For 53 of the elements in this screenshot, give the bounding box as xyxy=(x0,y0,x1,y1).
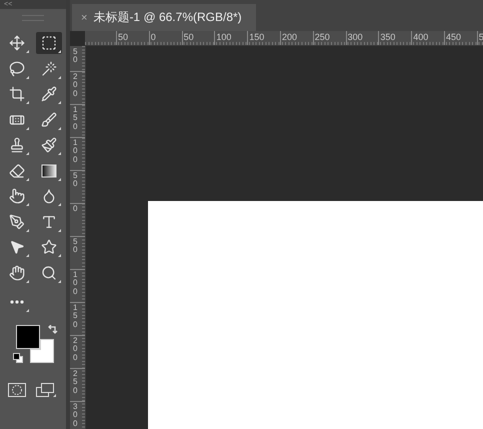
ruler-label: 0 xyxy=(150,32,156,42)
lasso-icon xyxy=(9,60,25,76)
crop-icon xyxy=(9,86,25,102)
ruler-label: 100 xyxy=(73,139,78,164)
ruler-label: 200 xyxy=(282,32,298,42)
ruler-label: 150 xyxy=(73,304,78,330)
type-icon xyxy=(41,214,57,230)
ruler-label: 250 xyxy=(73,370,78,396)
pen-icon xyxy=(9,214,25,230)
eraser-icon xyxy=(9,162,25,178)
ruler-label: 100 xyxy=(73,271,78,296)
swap-arrows-icon[interactable] xyxy=(47,325,58,336)
tool-button[interactable] xyxy=(36,32,62,54)
background-color-swatch[interactable] xyxy=(30,339,54,363)
ruler-label: 300 xyxy=(73,403,78,428)
eyedropper-icon xyxy=(41,86,57,102)
ruler-label: 50 xyxy=(73,238,78,255)
ruler-label: 50 xyxy=(184,32,194,42)
foreground-color-swatch[interactable] xyxy=(16,325,40,349)
default-colors-icon[interactable] xyxy=(13,353,23,363)
hand-icon xyxy=(9,264,25,280)
close-tab-button[interactable]: × xyxy=(81,12,88,24)
pointing-hand-icon xyxy=(9,188,25,204)
document-tab[interactable]: × 未标题-1 @ 66.7%(RGB/8*) xyxy=(72,4,256,31)
gradient-icon xyxy=(41,162,57,178)
cursor-arrow-icon xyxy=(9,239,25,255)
star-icon xyxy=(41,239,57,255)
ruler-label: 350 xyxy=(380,32,396,42)
paintbrush-icon xyxy=(41,137,57,153)
stamp-icon xyxy=(9,137,25,153)
ruler-label: 200 xyxy=(73,73,78,98)
droplet-icon xyxy=(41,188,57,204)
ruler-label: 150 xyxy=(249,32,264,42)
quick-mask-icon[interactable] xyxy=(8,383,26,397)
ruler-label: 200 xyxy=(73,337,78,362)
move-arrows-icon xyxy=(9,35,25,51)
ruler-label: 300 xyxy=(348,32,363,42)
ruler-label: 50 xyxy=(73,48,78,65)
wand-icon xyxy=(41,60,57,76)
ruler-label: 50 xyxy=(118,32,128,42)
ruler-label: 100 xyxy=(216,32,232,42)
ruler-label: 250 xyxy=(314,32,330,42)
more-icon xyxy=(10,300,24,304)
screen-mode-icon[interactable] xyxy=(36,383,56,398)
ruler-label: 150 xyxy=(73,106,78,132)
ruler-label: 0 xyxy=(73,205,78,214)
ruler-label: 50 xyxy=(73,172,78,189)
ruler-label: 450 xyxy=(446,32,462,42)
brush-icon xyxy=(41,112,57,128)
search-icon xyxy=(41,264,57,280)
tab-title: 未标题-1 @ 66.7%(RGB/8*) xyxy=(93,9,242,26)
dashed-rectangle-icon xyxy=(41,35,57,51)
ruler-label: 400 xyxy=(413,32,428,42)
